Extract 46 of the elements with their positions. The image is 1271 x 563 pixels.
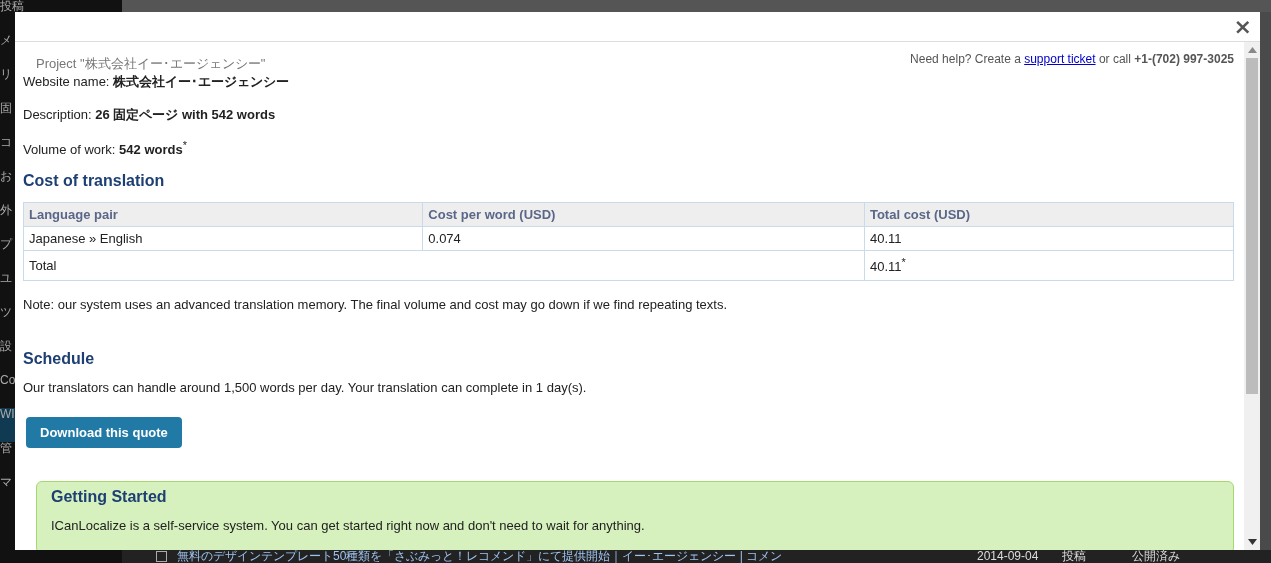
table-cell: Japanese » English bbox=[23, 226, 423, 251]
panel-heading: Getting Started bbox=[51, 487, 168, 506]
menu-item[interactable]: コ bbox=[0, 136, 12, 148]
menu-item[interactable]: 外 bbox=[0, 204, 12, 216]
project-field: Website name: 株式会社イー･エージェンシー bbox=[23, 73, 1234, 91]
help-text: Need help? Create a support ticket or call +1-(702) 997-3025 bbox=[910, 52, 1234, 66]
table-cell: 40.11$^{*}$ bbox=[864, 250, 1234, 281]
panel-text: ICanLocalize is a self-service system. You can get started right now and don't need to wait for anything. bbox=[51, 517, 646, 533]
menu-item[interactable]: Co bbox=[0, 374, 16, 386]
table-cell: Total bbox=[23, 250, 865, 281]
scroll-down-icon[interactable] bbox=[1247, 539, 1257, 545]
menu-item[interactable]: WI bbox=[0, 408, 15, 420]
menu-item[interactable]: リ bbox=[0, 68, 12, 80]
project-field: Description: 26 固定ページ with 542 words bbox=[23, 106, 1234, 124]
menu-item[interactable]: ユ bbox=[0, 272, 12, 284]
menu-item[interactable]: メ bbox=[0, 34, 12, 46]
note-text: Note: our system uses an advanced translation memory. The final volume and cost may go down if we find repeating texts. bbox=[23, 296, 729, 312]
post-type: 投稿 bbox=[1062, 550, 1087, 563]
section-heading: Cost of translation bbox=[23, 172, 166, 191]
download-quote-button[interactable]: Download this quote bbox=[26, 416, 182, 448]
post-title-link[interactable]: 無料のデザインテンプレート50種類を「さぶみっと！レコメンド」にて提供開始｜イー･エージェンシー | コメン bbox=[177, 550, 967, 563]
menu-item[interactable]: 管 bbox=[0, 442, 12, 454]
column-header: Language pair bbox=[23, 202, 423, 227]
menu-item[interactable]: 設 bbox=[0, 340, 12, 352]
table-cell: 0.074 bbox=[422, 226, 865, 251]
menu-item[interactable]: 投稿 bbox=[0, 0, 24, 12]
column-header: Total cost (USD) bbox=[864, 202, 1234, 227]
menu-item[interactable]: ツ bbox=[0, 306, 12, 318]
menu-item[interactable]: 固 bbox=[0, 102, 12, 114]
scroll-up-icon[interactable] bbox=[1247, 47, 1257, 53]
scrollbar[interactable] bbox=[1244, 42, 1260, 550]
menu-item[interactable]: プ bbox=[0, 238, 12, 250]
project-field: Volume of work: 542 words$^{*}$ bbox=[23, 139, 1234, 158]
table-cell: 40.11 bbox=[864, 226, 1234, 251]
checkbox[interactable] bbox=[156, 551, 167, 562]
column-header: Cost per word (USD) bbox=[422, 202, 865, 227]
project-title: Project "株式会社イー･エージェンシー" bbox=[35, 55, 266, 73]
menu-item[interactable]: マ bbox=[0, 476, 12, 488]
support-ticket-link[interactable]: support ticket bbox=[1024, 52, 1096, 66]
close-button[interactable]: × bbox=[1231, 16, 1254, 37]
section-heading: Schedule bbox=[23, 349, 96, 368]
post-status: 公開済み bbox=[1132, 550, 1181, 563]
post-date: 2014-09-04 bbox=[977, 550, 1040, 563]
scrollbar-thumb[interactable] bbox=[1246, 58, 1258, 394]
schedule-text: Our translators can handle around 1,500 words per day. Your translation can complete in 1 day(s). bbox=[23, 379, 588, 395]
menu-item[interactable]: お bbox=[0, 170, 12, 182]
